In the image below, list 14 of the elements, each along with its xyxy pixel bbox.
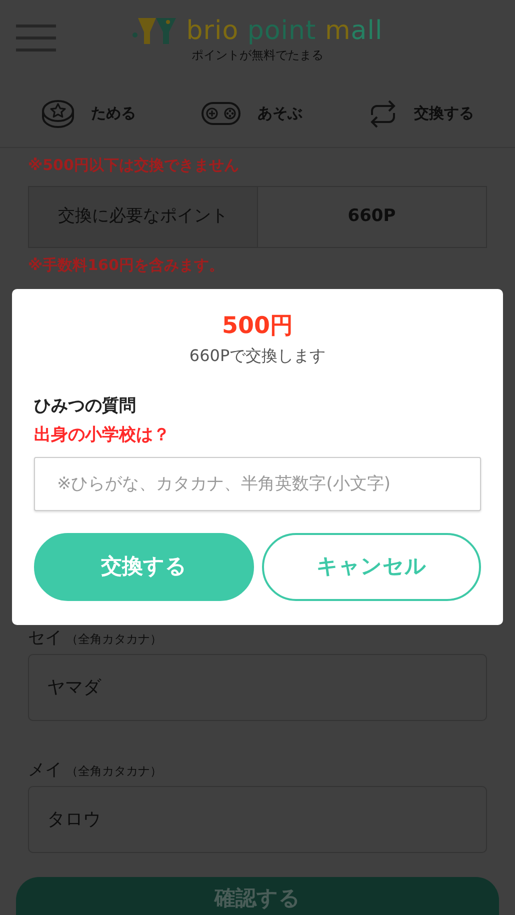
confirm-button[interactable]: 確認する xyxy=(16,876,499,915)
amount-text: 500円 xyxy=(222,313,293,339)
notice-text: ※500円以下は交換できません xyxy=(28,156,239,174)
gamepad-icon xyxy=(201,100,242,126)
notice-text: ※手数料160円を含みます。 xyxy=(28,256,224,274)
menu-icon[interactable] xyxy=(16,24,56,52)
answer-field[interactable]: ※ひらがな、カタカナ、半角英数字(小文字) xyxy=(34,456,481,510)
coin-icon xyxy=(40,98,75,128)
question-title: ひみつの質問 xyxy=(34,396,136,416)
subtitle-text: 660Pで交換します xyxy=(189,346,326,364)
exchange-button[interactable]: 交換する xyxy=(34,532,254,600)
cancel-button[interactable]: キャンセル xyxy=(262,532,481,600)
question-text: 出身の小学校は？ xyxy=(34,425,170,445)
logo-icon xyxy=(132,16,178,46)
